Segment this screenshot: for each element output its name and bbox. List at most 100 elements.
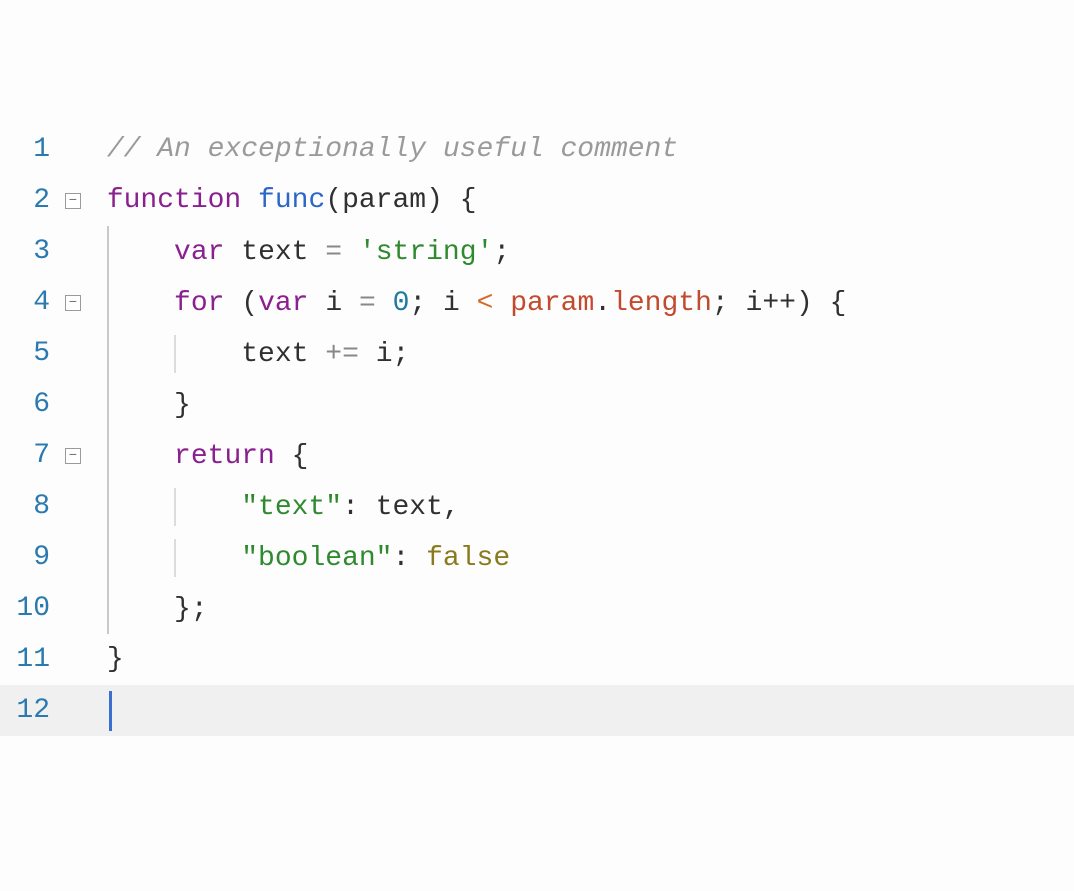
fold-gutter[interactable]: −	[56, 295, 90, 311]
keyword-token: for	[174, 288, 224, 319]
punct-token: ;	[191, 594, 208, 625]
code-line[interactable]: 11 }	[0, 634, 1074, 685]
param-token: param	[342, 185, 426, 216]
code-line[interactable]: 3 var text = 'string';	[0, 226, 1074, 277]
code-content[interactable]	[90, 691, 112, 731]
punct-token: ,	[443, 492, 460, 523]
punct-token: ;	[493, 237, 510, 268]
brace-token: {	[460, 185, 477, 216]
indent-guide	[107, 379, 109, 430]
comment-token: // An exceptionally useful comment	[107, 134, 678, 165]
identifier-token: text	[241, 237, 308, 268]
brace-token: }	[174, 390, 191, 421]
punct-token: .	[594, 288, 611, 319]
function-name-token: func	[258, 185, 325, 216]
line-number: 6	[0, 389, 56, 420]
code-line[interactable]: 7 − return {	[0, 430, 1074, 481]
punct-token: ;	[393, 339, 410, 370]
line-number: 10	[0, 593, 56, 624]
code-line[interactable]: 10 };	[0, 583, 1074, 634]
identifier-token: i	[325, 288, 342, 319]
identifier-token: text	[376, 492, 443, 523]
text-cursor	[109, 691, 112, 731]
keyword-token: return	[174, 441, 275, 472]
indent-guide	[107, 583, 109, 634]
line-number: 5	[0, 338, 56, 369]
indent-guide	[107, 277, 109, 328]
indent-guide	[174, 488, 176, 526]
code-line[interactable]: 8 "text": text,	[0, 481, 1074, 532]
number-token: 0	[393, 288, 410, 319]
indent-guide	[107, 481, 109, 532]
code-content[interactable]: var text = 'string';	[90, 226, 510, 277]
indent-guide	[174, 335, 176, 373]
identifier-token: param	[510, 288, 594, 319]
operator-token: =	[359, 288, 376, 319]
line-number: 3	[0, 236, 56, 267]
code-content[interactable]: function func(param) {	[90, 185, 477, 216]
indent-guide	[107, 430, 109, 481]
code-content[interactable]: }	[90, 379, 191, 430]
operator-token: <	[477, 288, 494, 319]
fold-collapse-icon[interactable]: −	[65, 295, 81, 311]
fold-collapse-icon[interactable]: −	[65, 448, 81, 464]
punct-token: :	[342, 492, 359, 523]
code-content[interactable]: return {	[90, 430, 308, 481]
identifier-token: text	[241, 339, 308, 370]
code-line[interactable]: 5 text += i;	[0, 328, 1074, 379]
code-content[interactable]: for (var i = 0; i < param.length; i++) {	[90, 277, 846, 328]
line-number: 9	[0, 542, 56, 573]
code-line[interactable]: 1 // An exceptionally useful comment	[0, 124, 1074, 175]
punct-token: ;	[409, 288, 426, 319]
code-content[interactable]: "text": text,	[90, 481, 460, 532]
identifier-token: i++	[746, 288, 796, 319]
fold-gutter[interactable]: −	[56, 193, 90, 209]
code-content[interactable]: "boolean": false	[90, 532, 510, 583]
line-number: 1	[0, 134, 56, 165]
code-line[interactable]: 2 − function func(param) {	[0, 175, 1074, 226]
property-token: length	[611, 288, 712, 319]
code-editor[interactable]: 1 // An exceptionally useful comment 2 −…	[0, 124, 1074, 736]
code-line-current[interactable]: 12	[0, 685, 1074, 736]
keyword-token: function	[107, 185, 241, 216]
fold-collapse-icon[interactable]: −	[65, 193, 81, 209]
code-content[interactable]: };	[90, 583, 208, 634]
keyword-token: var	[174, 237, 224, 268]
keyword-token: var	[258, 288, 308, 319]
brace-token: }	[174, 594, 191, 625]
punct-token: )	[796, 288, 813, 319]
operator-token: =	[325, 237, 342, 268]
code-content[interactable]: // An exceptionally useful comment	[90, 134, 678, 165]
indent-guide	[107, 226, 109, 277]
line-number: 11	[0, 644, 56, 675]
indent-guide	[174, 539, 176, 577]
punct-token: )	[426, 185, 443, 216]
line-number: 4	[0, 287, 56, 318]
code-line[interactable]: 9 "boolean": false	[0, 532, 1074, 583]
brace-token: }	[107, 644, 124, 675]
line-number: 12	[0, 695, 56, 726]
punct-token: :	[392, 543, 409, 574]
fold-gutter[interactable]: −	[56, 448, 90, 464]
line-number: 8	[0, 491, 56, 522]
punct-token: (	[325, 185, 342, 216]
line-number: 2	[0, 185, 56, 216]
string-token: "text"	[241, 492, 342, 523]
identifier-token: i	[443, 288, 460, 319]
code-content[interactable]: }	[90, 644, 124, 675]
boolean-token: false	[426, 543, 510, 574]
punct-token: (	[241, 288, 258, 319]
line-number: 7	[0, 440, 56, 471]
indent-guide	[107, 532, 109, 583]
brace-token: {	[830, 288, 847, 319]
punct-token: ;	[712, 288, 729, 319]
code-line[interactable]: 4 − for (var i = 0; i < param.length; i+…	[0, 277, 1074, 328]
code-line[interactable]: 6 }	[0, 379, 1074, 430]
indent-guide	[107, 328, 109, 379]
identifier-token: i	[376, 339, 393, 370]
string-token: "boolean"	[241, 543, 392, 574]
string-token: 'string'	[359, 237, 493, 268]
brace-token: {	[292, 441, 309, 472]
code-content[interactable]: text += i;	[90, 328, 409, 379]
operator-token: +=	[325, 339, 359, 370]
